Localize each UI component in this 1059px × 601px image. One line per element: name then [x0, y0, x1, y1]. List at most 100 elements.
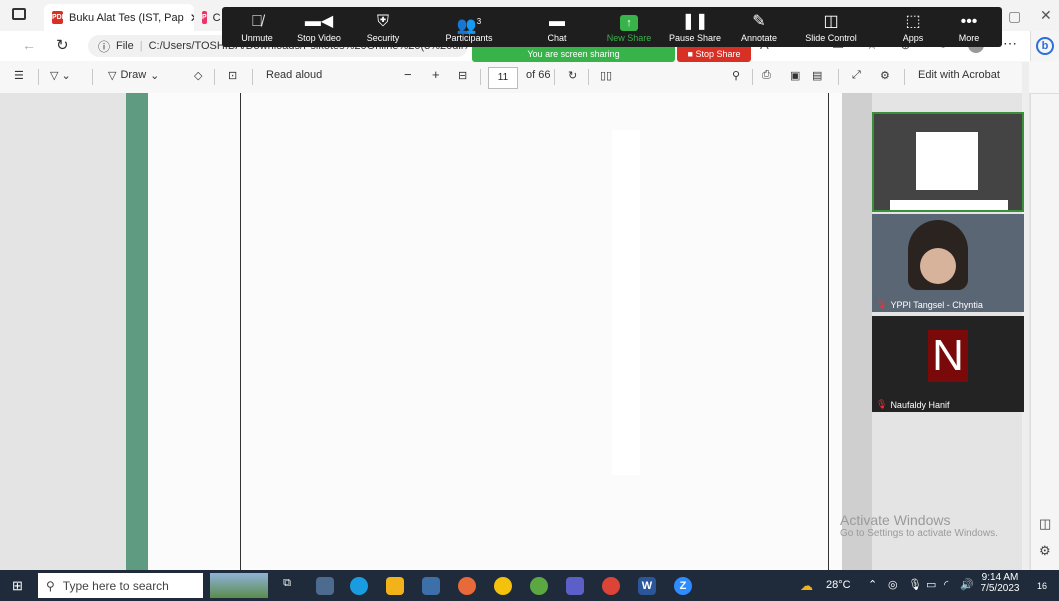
video-tile-1[interactable] [872, 112, 1024, 212]
widgets-icon[interactable] [316, 577, 334, 595]
apps-label: Apps [902, 33, 924, 43]
bing-icon[interactable]: b [1036, 37, 1054, 55]
store-icon[interactable] [422, 577, 440, 595]
firefox-icon[interactable] [458, 577, 476, 595]
close-window-icon[interactable]: ✕ [1040, 7, 1052, 24]
pause-share-button[interactable]: ❚❚ Pause Share [660, 11, 730, 43]
weather-icon[interactable]: ☁ [800, 578, 813, 594]
slide-control-button[interactable]: ◫ Slide Control [796, 11, 866, 43]
tab-actions-icon[interactable] [12, 8, 26, 20]
participants-icon: 👥3 [456, 17, 482, 35]
file-explorer-icon[interactable] [386, 577, 404, 595]
eraser-icon[interactable]: ◇ [194, 69, 202, 82]
edge-icon[interactable] [350, 577, 368, 595]
chat-icon: ▬ [549, 13, 565, 30]
back-icon[interactable]: ← [22, 37, 36, 53]
video-camera-icon: ▬◀ [304, 13, 334, 30]
annotate-label: Annotate [740, 33, 778, 43]
more-label: More [958, 33, 980, 43]
fullscreen-icon[interactable]: ⤢ [852, 69, 861, 82]
pdf-settings-icon[interactable]: ⚙ [880, 69, 890, 82]
page-border-left [240, 93, 241, 570]
rotate-icon[interactable]: ↻ [568, 69, 577, 82]
tray-chevron-icon[interactable]: ⌃ [868, 578, 877, 591]
more-button[interactable]: ••• More [934, 11, 1004, 43]
zoom-out-icon[interactable]: − [404, 67, 412, 82]
divider [214, 69, 215, 85]
participants-count: 3 [476, 17, 482, 26]
divider [904, 69, 905, 85]
video-tile-2[interactable]: 🎙 YPPI Tangsel - Chyntia [872, 214, 1024, 312]
word-icon[interactable]: W [638, 577, 656, 595]
security-button[interactable]: ⛨ Security [348, 11, 418, 43]
chrome-icon[interactable] [494, 577, 512, 595]
participant-name: YPPI Tangsel - Chyntia [890, 299, 983, 310]
divider [554, 69, 555, 85]
zoom-app-icon[interactable]: Z [674, 577, 692, 595]
tab-title: C [212, 11, 221, 24]
participant-label: 🎙 YPPI Tangsel - Chyntia [876, 299, 983, 310]
restore-icon[interactable]: ▢ [1008, 8, 1021, 25]
page-number-input[interactable]: 11 [488, 67, 518, 89]
fit-page-icon[interactable]: ⊟ [458, 69, 467, 82]
stop-share-label: Stop Share [695, 49, 741, 59]
text-icon[interactable]: ⊡ [228, 69, 237, 82]
activate-windows-watermark: Activate Windows Go to Settings to activ… [840, 512, 998, 539]
edit-with-acrobat-button[interactable]: Edit with Acrobat [918, 69, 1000, 81]
teams-icon[interactable] [566, 577, 584, 595]
mic-tray-icon[interactable]: 🎙 [908, 578, 922, 591]
save-icon[interactable]: ▣ [790, 69, 800, 82]
participants-button[interactable]: 👥3 Participants [434, 11, 504, 43]
divider [252, 69, 253, 85]
taskbar-search[interactable]: ⚲ Type here to search [38, 573, 203, 598]
divider [92, 69, 93, 85]
windows-start-icon[interactable]: ⊞ [12, 578, 23, 594]
zoom-in-icon[interactable]: + [432, 67, 440, 82]
share-icon: ↑ [594, 11, 664, 33]
find-icon[interactable]: ⚲ [732, 69, 740, 82]
chat-button[interactable]: ▬ Chat [522, 11, 592, 43]
battery-icon[interactable]: ▭ [926, 578, 936, 591]
windows-taskbar: ⊞ ⚲ Type here to search ⧉ W Z ☁ 28°C ⌃ ◎… [0, 570, 1059, 601]
page-view-icon[interactable]: ▯▯ [600, 69, 612, 82]
search-highlight-image[interactable] [210, 573, 268, 598]
volume-icon[interactable]: 🔊 [960, 578, 974, 591]
more-menu-icon[interactable]: ⋯ [1003, 35, 1017, 52]
weather-temp[interactable]: 28°C [826, 579, 851, 591]
contents-icon[interactable]: ☰ [14, 69, 24, 82]
stop-share-button[interactable]: ■ Stop Share [677, 47, 751, 62]
divider [752, 69, 753, 85]
watermark-subtitle: Go to Settings to activate Windows. [840, 528, 998, 539]
chevron-down-icon: ⌄ [150, 70, 160, 82]
muted-mic-icon: 🎙 [876, 299, 888, 309]
sidebar-toggle-icon[interactable]: ◫ [1039, 516, 1051, 532]
app-icon[interactable] [530, 577, 548, 595]
video-tile-3[interactable]: N 🎙 Naufaldy Hanif [872, 316, 1024, 412]
highlight-icon[interactable]: ▽ ⌄ [50, 69, 71, 82]
tab-title: Buku Alat Tes (IST, Pap [69, 11, 184, 24]
notifications-icon[interactable]: 16 [1032, 576, 1052, 596]
search-icon: ⚲ [46, 578, 55, 593]
wifi-icon[interactable]: ◜ [944, 578, 948, 591]
clock[interactable]: 9:14 AM 7/5/2023 [980, 572, 1020, 594]
tray-app-icon[interactable]: ◎ [888, 578, 898, 591]
chrome-profile-icon[interactable] [602, 577, 620, 595]
search-placeholder: Type here to search [62, 578, 169, 593]
annotate-button[interactable]: ✎ Annotate [724, 11, 794, 43]
refresh-icon[interactable]: ↻ [56, 36, 69, 54]
divider [588, 69, 589, 85]
stop-video-button[interactable]: ▬◀ Stop Video [284, 11, 354, 43]
task-view-icon[interactable]: ⧉ [278, 577, 296, 595]
more-icon: ••• [960, 13, 978, 30]
pencil-icon: ✎ [752, 13, 766, 30]
share-banner-text: You are screen sharing [527, 49, 620, 59]
unmute-button[interactable]: 🎙̸ Unmute [222, 11, 292, 43]
new-share-button[interactable]: ↑ New Share [594, 11, 664, 43]
print-icon[interactable]: ⎙ [762, 69, 771, 82]
tab-pdf-document[interactable]: PDF Buku Alat Tes (IST, Pap ✕ [44, 4, 200, 31]
settings-icon[interactable]: ⚙ [1039, 543, 1051, 559]
save-as-icon[interactable]: ▤ [812, 69, 822, 82]
read-aloud-button[interactable]: Read aloud [266, 69, 322, 81]
notifications-count: 16 [1036, 581, 1047, 591]
draw-button[interactable]: ▽ Draw ⌄ [108, 69, 159, 82]
